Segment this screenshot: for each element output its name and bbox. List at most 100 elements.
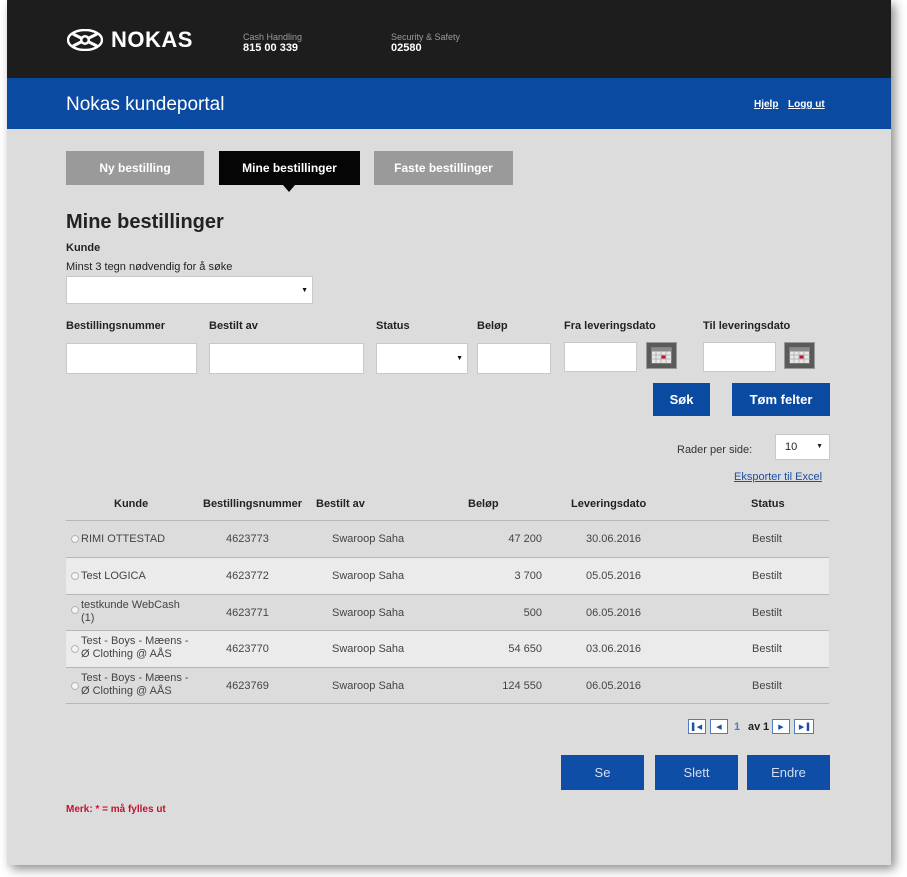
customer-select[interactable]: ▼ [66, 276, 313, 304]
next-page-button[interactable]: ▶ [772, 719, 790, 734]
tab-new-order[interactable]: Ny bestilling [66, 151, 204, 185]
chevron-down-icon: ▼ [301, 287, 308, 294]
customer-hint: Minst 3 tegn nødvendig for å søke [66, 261, 233, 273]
table-row[interactable]: Test - Boys - Mæens - Ø Clothing @ AÅS 4… [66, 668, 829, 704]
clear-fields-button[interactable]: Tøm felter [732, 383, 830, 416]
tab-my-orders[interactable]: Mine bestillinger [219, 151, 360, 192]
to-date-label: Til leveringsdato [703, 320, 791, 332]
nokas-logo[interactable]: NOKAS [67, 27, 193, 53]
logo-text: NOKAS [111, 27, 193, 52]
search-button[interactable]: Søk [653, 383, 710, 416]
cell-customer-line2: Ø Clothing @ AÅS [81, 648, 172, 660]
chevron-down-icon: ▼ [456, 355, 463, 362]
edit-button[interactable]: Endre [747, 755, 830, 790]
page-title: Mine bestillinger [66, 211, 224, 233]
row-radio[interactable] [71, 572, 79, 580]
order-number-input[interactable] [66, 343, 197, 374]
view-button[interactable]: Se [561, 755, 644, 790]
first-page-button[interactable]: ▌◀ [688, 719, 706, 734]
cell-amount: 500 [523, 607, 542, 619]
column-header-customer[interactable]: Kunde [114, 498, 148, 510]
table-row[interactable]: Test - Boys - Mæens - Ø Clothing @ AÅS 4… [66, 631, 829, 667]
column-header-ordered-by[interactable]: Bestilt av [316, 498, 365, 510]
export-excel-link[interactable]: Eksporter til Excel [734, 471, 822, 483]
ordered-by-input[interactable] [209, 343, 364, 374]
table-row[interactable]: testkunde WebCash (1) 4623771 Swaroop Sa… [66, 595, 829, 631]
column-header-order-number[interactable]: Bestillingsnummer [203, 498, 302, 510]
cell-order-number: 4623773 [226, 533, 269, 545]
cell-customer: Test LOGICA [81, 570, 146, 582]
cell-amount: 124 550 [502, 680, 542, 692]
cell-order-number: 4623770 [226, 643, 269, 655]
cell-status: Bestilt [752, 607, 782, 619]
tab-recurring-orders[interactable]: Faste bestillinger [374, 151, 513, 185]
cell-order-number: 4623771 [226, 607, 269, 619]
logout-link[interactable]: Logg ut [788, 99, 825, 110]
row-radio[interactable] [71, 645, 79, 653]
cell-ordered-by: Swaroop Saha [332, 570, 405, 582]
cell-ordered-by: Swaroop Saha [332, 533, 405, 545]
to-date-input[interactable] [703, 342, 776, 372]
calendar-icon[interactable] [646, 342, 677, 369]
delete-button[interactable]: Slett [655, 755, 738, 790]
cell-delivery-date: 30.06.2016 [586, 533, 642, 545]
customer-label: Kunde [66, 242, 101, 254]
cell-order-number: 4623769 [226, 680, 269, 692]
chevron-down-icon: ▼ [816, 443, 823, 450]
cell-amount: 54 650 [508, 643, 542, 655]
ordered-by-label: Bestilt av [209, 320, 258, 332]
cell-customer: Test - Boys - Mæens - [81, 672, 189, 684]
status-label: Status [376, 320, 410, 332]
contact-number: 02580 [391, 42, 422, 54]
cell-customer-line2: (1) [81, 612, 95, 624]
contact-label: Cash Handling [243, 32, 303, 42]
amount-label: Beløp [477, 320, 508, 332]
cell-delivery-date: 06.05.2016 [586, 607, 642, 619]
order-number-label: Bestillingsnummer [66, 320, 166, 332]
cell-delivery-date: 06.05.2016 [586, 680, 642, 692]
cell-amount: 47 200 [508, 533, 542, 545]
cell-status: Bestilt [752, 570, 782, 582]
row-radio[interactable] [71, 682, 79, 690]
table-divider [66, 703, 829, 704]
contact-number: 815 00 339 [243, 42, 299, 54]
column-header-status[interactable]: Status [751, 498, 785, 510]
table-row[interactable]: RIMI OTTESTAD 4623773 Swaroop Saha 47 20… [66, 521, 829, 557]
from-date-label: Fra leveringsdato [564, 320, 656, 332]
calendar-icon[interactable] [784, 342, 815, 369]
portal-title[interactable]: Nokas kundeportal [66, 94, 224, 116]
contact-cash-handling: Cash Handling 815 00 339 [243, 32, 302, 54]
cell-ordered-by: Swaroop Saha [332, 643, 405, 655]
cell-customer: RIMI OTTESTAD [81, 533, 166, 545]
required-fields-note: Merk: * = må fylles ut [66, 804, 166, 815]
status-select[interactable]: ▼ [376, 343, 468, 374]
cell-customer: Test - Boys - Mæens - [81, 635, 189, 647]
amount-input[interactable] [477, 343, 551, 374]
column-header-amount[interactable]: Beløp [468, 498, 499, 510]
cell-status: Bestilt [752, 533, 782, 545]
rows-per-page-label: Rader per side: [677, 444, 753, 456]
column-header-delivery-date[interactable]: Leveringsdato [571, 498, 646, 510]
help-link[interactable]: Hjelp [754, 99, 778, 110]
last-page-button[interactable]: ▶▐ [794, 719, 814, 734]
rows-per-page-value: 10 [785, 441, 798, 453]
top-bar: NOKAS Cash Handling 815 00 339 Security … [7, 0, 891, 78]
portal-bar: Nokas kundeportal Hjelp Logg ut [7, 78, 891, 129]
from-date-input[interactable] [564, 342, 637, 372]
cell-customer-line2: Ø Clothing @ AÅS [81, 685, 172, 697]
nokas-logo-icon [67, 29, 103, 51]
table-row[interactable]: Test LOGICA 4623772 Swaroop Saha 3 700 0… [66, 558, 829, 594]
rows-per-page-select[interactable]: 10 ▼ [775, 434, 830, 460]
pager-total-pages: 1 [763, 721, 770, 733]
cell-amount: 3 700 [514, 570, 542, 582]
cell-status: Bestilt [752, 680, 782, 692]
cell-customer: testkunde WebCash [81, 599, 180, 611]
contact-label: Security & Safety [391, 32, 461, 42]
row-radio[interactable] [71, 606, 79, 614]
cell-delivery-date: 05.05.2016 [586, 570, 642, 582]
cell-order-number: 4623772 [226, 570, 269, 582]
pager-current-page[interactable]: 1 [734, 721, 740, 733]
page-frame: NOKAS Cash Handling 815 00 339 Security … [7, 0, 891, 865]
row-radio[interactable] [71, 535, 79, 543]
prev-page-button[interactable]: ◀ [710, 719, 728, 734]
